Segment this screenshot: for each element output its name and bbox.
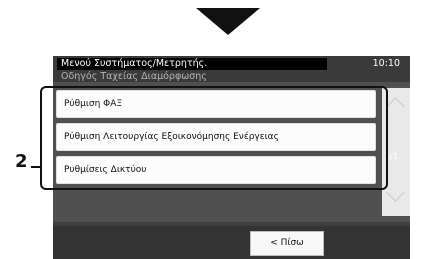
title-bar: Μενού Συστήματος/Μετρητής. Οδηγός Ταχεία… [53,56,410,82]
screen-subtitle: Οδηγός Ταχείας Διαμόρφωσης [61,71,207,82]
screen-title: Μενού Συστήματος/Μετρητής. [57,58,327,70]
bottom-bar [53,226,410,259]
arrow-down-icon [196,8,260,35]
callout-number: 2 [15,151,28,172]
scroll-down-icon[interactable] [386,183,405,202]
clock: 10:10 [372,58,400,69]
callout-leader [31,166,42,168]
scroll-up-icon[interactable] [386,97,405,116]
callout-frame [40,86,388,190]
back-button[interactable]: < Πίσω [250,231,324,256]
